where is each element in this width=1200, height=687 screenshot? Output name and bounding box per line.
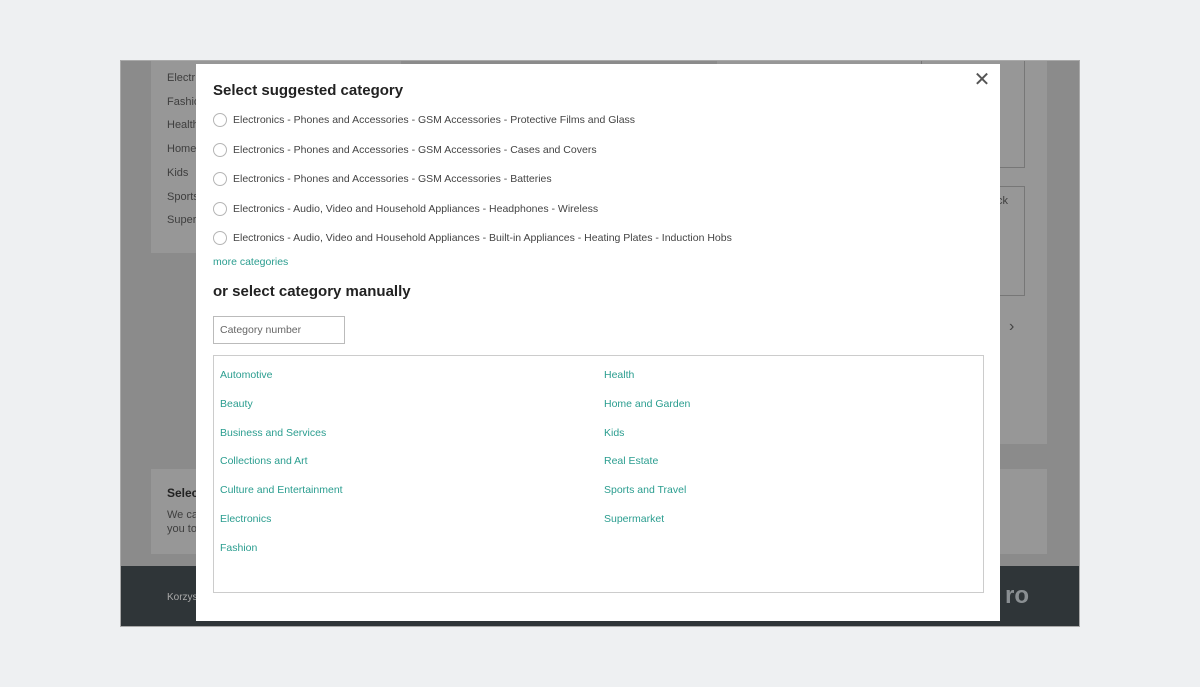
category-number-input[interactable]: [213, 316, 345, 344]
sidebar-item[interactable]: Electr: [167, 72, 195, 84]
radio-button[interactable]: [213, 142, 227, 157]
category-link[interactable]: Supermarket: [604, 513, 690, 542]
category-modal: ✕ Select suggested category Electronics …: [196, 64, 1000, 621]
sidebar-item[interactable]: Sports: [167, 191, 199, 203]
select-text: you to: [167, 523, 197, 535]
option-label: Electronics - Phones and Accessories - G…: [233, 173, 552, 185]
category-list: Automotive Beauty Business and Services Col…: [213, 355, 984, 593]
category-link[interactable]: Culture and Entertainment: [220, 484, 343, 513]
radio-button[interactable]: [213, 172, 227, 186]
radio-button[interactable]: [213, 113, 227, 127]
close-icon[interactable]: ✕: [972, 70, 992, 90]
category-link[interactable]: Beauty: [220, 398, 343, 427]
radio-button[interactable]: [213, 231, 227, 245]
manual-title: or select category manually: [213, 283, 411, 300]
suggested-category-option[interactable]: Electronics - Audio, Video and Household…: [213, 201, 599, 216]
sidebar-item[interactable]: Health: [167, 119, 199, 131]
category-link[interactable]: Health: [604, 369, 690, 398]
sidebar-item[interactable]: Kids: [167, 167, 188, 179]
option-label: Electronics - Phones and Accessories - G…: [233, 114, 636, 126]
option-label: Electronics - Phones and Accessories - G…: [233, 143, 597, 156]
category-link[interactable]: Electronics: [220, 513, 343, 542]
select-text: We ca: [167, 509, 198, 521]
category-link[interactable]: Kids: [604, 427, 690, 456]
category-link[interactable]: Automotive: [220, 369, 343, 398]
category-link[interactable]: Real Estate: [604, 455, 690, 484]
option-label: Electronics - Audio, Video and Household…: [233, 232, 732, 244]
sidebar-item[interactable]: Super: [167, 214, 196, 226]
chevron-right-icon[interactable]: ›: [1009, 318, 1014, 336]
category-link[interactable]: Home and Garden: [604, 398, 690, 427]
logo: ro: [1005, 582, 1029, 609]
category-link[interactable]: Sports and Travel: [604, 484, 690, 513]
radio-button[interactable]: [213, 201, 227, 216]
suggested-category-option[interactable]: Electronics - Phones and Accessories - G…: [213, 113, 635, 127]
footer-text: Korzys: [167, 592, 198, 603]
option-label: Electronics - Audio, Video and Household…: [233, 202, 599, 215]
suggested-category-option[interactable]: Electronics - Phones and Accessories - G…: [213, 142, 597, 157]
suggested-title: Select suggested category: [213, 82, 404, 99]
category-link[interactable]: Business and Services: [220, 427, 343, 456]
category-link[interactable]: Fashion: [220, 542, 343, 571]
select-heading: Selec: [167, 486, 199, 500]
sidebar-item[interactable]: Home: [167, 143, 196, 155]
suggested-category-option[interactable]: Electronics - Audio, Video and Household…: [213, 231, 732, 245]
more-categories-link[interactable]: more categories: [213, 256, 288, 268]
category-link[interactable]: Collections and Art: [220, 455, 343, 484]
suggested-category-option[interactable]: Electronics - Phones and Accessories - G…: [213, 172, 552, 186]
